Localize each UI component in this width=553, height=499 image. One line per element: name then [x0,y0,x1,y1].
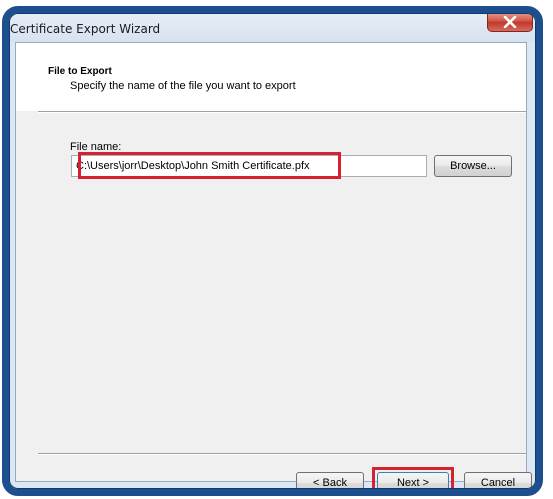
page-title: File to Export [48,66,112,77]
close-button[interactable] [487,12,533,32]
header-divider [38,111,526,113]
cancel-button-label: Cancel [480,477,516,489]
title-bar[interactable]: Certificate Export Wizard [8,12,537,42]
next-button-label: Next > [396,477,430,489]
browse-button[interactable]: Browse... [434,155,512,177]
page-subtitle: Specify the name of the file you want to… [70,80,296,92]
back-button[interactable]: < Back [296,472,364,490]
browse-button-label: Browse... [450,160,496,172]
file-name-input[interactable] [71,155,427,177]
next-button[interactable]: Next > [377,472,449,490]
window-title: Certificate Export Wizard [10,22,161,36]
wizard-content: File to Export Specify the name of the f… [15,42,532,490]
footer-divider [38,453,526,455]
wizard-window: Certificate Export Wizard File to Export… [8,12,537,490]
file-name-label: File name: [70,141,122,153]
screenshot-frame: Certificate Export Wizard File to Export… [0,0,553,499]
close-icon [503,15,517,28]
cancel-button[interactable]: Cancel [464,472,532,490]
back-button-label: < Back [313,477,347,489]
wizard-header: File to Export Specify the name of the f… [16,43,526,111]
